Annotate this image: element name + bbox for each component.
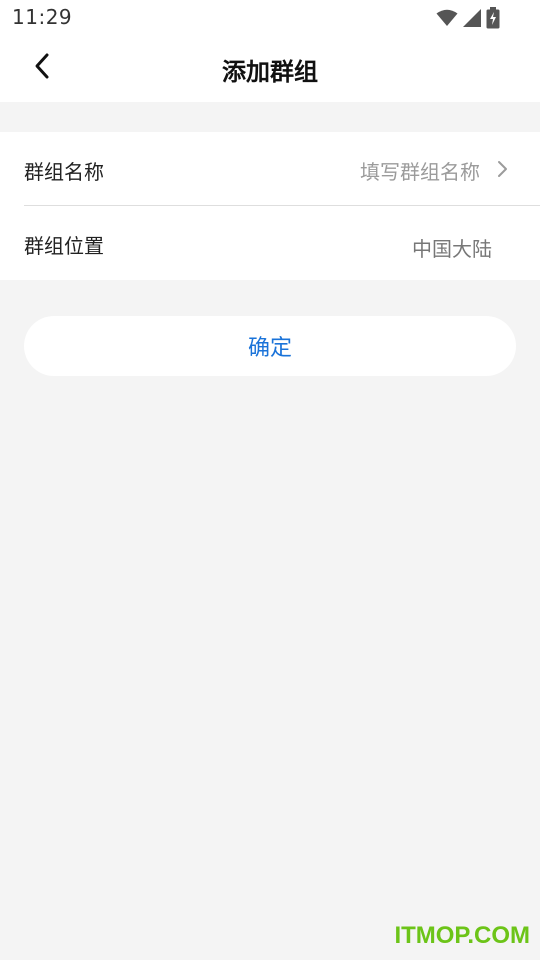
group-name-label: 群组名称 bbox=[24, 160, 104, 184]
chevron-right-icon bbox=[496, 159, 510, 179]
status-bar: 11:29 bbox=[0, 0, 540, 36]
status-time: 11:29 bbox=[12, 5, 73, 29]
cell-signal-icon bbox=[462, 8, 482, 28]
watermark: ITMOP.COM bbox=[394, 922, 530, 949]
status-icons bbox=[436, 7, 500, 29]
group-location-value: 中国大陆 bbox=[412, 237, 492, 261]
nav-bar: 添加群组 bbox=[0, 36, 540, 102]
header-area: 11:29 添加群组 bbox=[0, 0, 540, 102]
group-form: 群组名称 填写群组名称 群组位置 中国大陆 bbox=[0, 132, 540, 280]
wifi-icon bbox=[436, 9, 458, 27]
battery-charging-icon bbox=[486, 7, 500, 29]
confirm-button[interactable]: 确定 bbox=[24, 316, 516, 376]
page-title: 添加群组 bbox=[222, 58, 318, 86]
group-location-row: 群组位置 中国大陆 bbox=[0, 206, 540, 280]
group-name-row[interactable]: 群组名称 填写群组名称 bbox=[0, 132, 540, 206]
group-location-label: 群组位置 bbox=[24, 234, 104, 258]
group-name-placeholder[interactable]: 填写群组名称 bbox=[360, 156, 480, 185]
